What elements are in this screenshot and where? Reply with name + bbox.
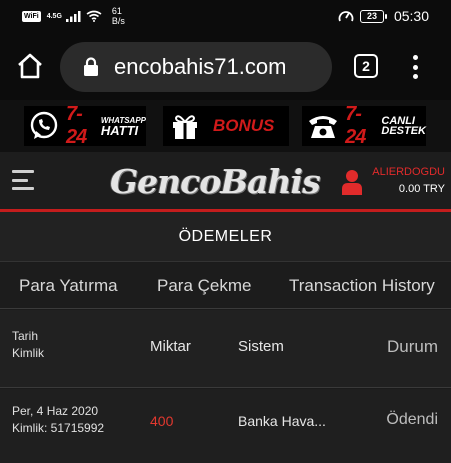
row-date: Per, 4 Haz 2020 [12, 404, 99, 418]
table-header: Tarih Kimlik Miktar Sistem Durum [0, 310, 451, 388]
row-system: Banka Hava... [238, 413, 326, 429]
row-date-id: Per, 4 Haz 2020 Kimlik: 51715992 [12, 403, 104, 437]
header-amount: Miktar [150, 338, 191, 355]
overflow-menu-icon[interactable] [408, 52, 422, 82]
network-speed-value: 61 [111, 6, 122, 16]
page-title: ÖDEMELER [0, 212, 451, 262]
signal-icon [65, 11, 81, 22]
whatsapp-icon [28, 108, 60, 144]
promo-24-label: 7-24 [345, 103, 366, 148]
header-status: Durum [386, 337, 438, 356]
network-speed-unit: B/s [111, 16, 125, 26]
header-date: Tarih [12, 329, 39, 343]
table-row[interactable]: Per, 4 Haz 2020 Kimlik: 51715992 400 Ban… [0, 389, 451, 463]
promo-24-label: 7-24 [66, 103, 87, 148]
address-bar[interactable]: encobahis71.com [60, 42, 332, 92]
header-id: Kimlik [12, 346, 44, 360]
clock: 05:30 [393, 8, 429, 24]
username[interactable]: ALIERDOGDU [372, 166, 445, 178]
browser-toolbar: encobahis71.com 2 [0, 34, 451, 100]
whatsapp-banner[interactable]: 7-24 WHATSAPP HATTI [24, 103, 146, 148]
status-right: 23 05:30 [338, 8, 429, 24]
promo-text-bottom: HATTI [100, 123, 139, 138]
wifi-icon [86, 10, 102, 22]
promo-text-bottom: DESTEK [381, 125, 426, 137]
home-icon[interactable] [16, 52, 44, 80]
live-support-banner[interactable]: 7-24 CANLI DESTEK [302, 103, 426, 148]
promo-text: CANLI DESTEK [381, 116, 426, 137]
network-type-label: 4.5G [46, 12, 62, 20]
lock-icon [84, 57, 98, 76]
battery-icon: 23 [359, 9, 387, 23]
tab-deposit[interactable]: Para Yatırma [19, 276, 118, 296]
row-id: Kimlik: 51715992 [12, 421, 105, 435]
speedometer-icon [338, 11, 354, 22]
account-balance: 0.00 TRY [398, 183, 445, 195]
row-status: Ödendi [386, 411, 438, 428]
header-system: Sistem [238, 338, 284, 355]
row-amount: 400 [150, 413, 174, 429]
gift-icon [167, 108, 203, 144]
promo-banner-row: 7-24 WHATSAPP HATTI BONUS 7-24 CANLI DES… [0, 100, 451, 152]
wifi-badge: WiFi [22, 10, 41, 22]
url-text[interactable]: encobahis71.com [114, 54, 286, 80]
telephone-icon [306, 108, 339, 144]
site-logo[interactable]: GencoBahis [110, 162, 321, 201]
header-date-id: Tarih Kimlik [12, 328, 44, 362]
bonus-label: BONUS [213, 116, 275, 135]
status-bar: WiFi 4.5G 61 B/s 23 05:30 [0, 0, 451, 34]
bonus-banner[interactable]: BONUS [163, 106, 289, 146]
hamburger-menu-icon[interactable] [12, 170, 34, 190]
tab-withdraw[interactable]: Para Çekme [157, 276, 251, 296]
tab-switcher-button[interactable]: 2 [354, 54, 378, 78]
site-header: GencoBahis ALIERDOGDU 0.00 TRY [0, 152, 451, 210]
tab-transaction-history[interactable]: Transaction History [289, 276, 435, 296]
network-speed: 61 B/s [112, 6, 125, 26]
user-icon[interactable] [342, 169, 362, 195]
payments-tabs: Para Yatırma Para Çekme Transaction Hist… [0, 263, 451, 309]
status-left: WiFi 4.5G 61 B/s [22, 6, 125, 26]
promo-text: WHATSAPP HATTI [100, 116, 146, 138]
